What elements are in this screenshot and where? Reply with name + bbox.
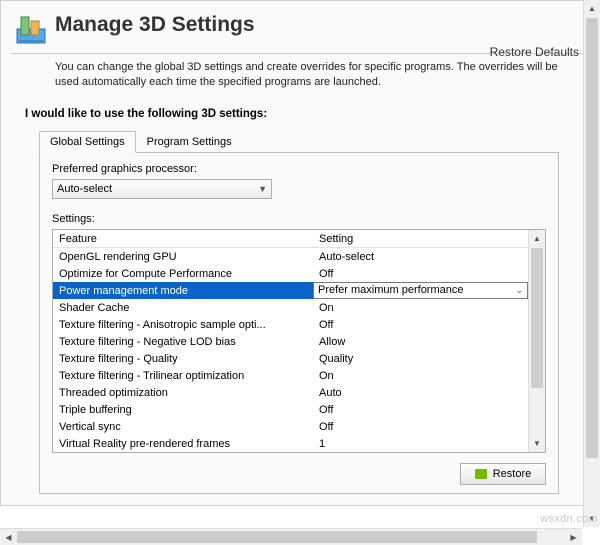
cell-setting[interactable]: Prefer maximum performance ⌄ — [313, 282, 528, 299]
table-row[interactable]: Threaded optimizationAuto — [53, 384, 528, 401]
column-feature[interactable]: Feature — [53, 230, 313, 247]
scroll-thumb[interactable] — [17, 531, 537, 543]
table-row[interactable]: Texture filtering - Anisotropic sample o… — [53, 316, 528, 333]
cell-feature: Power management mode — [53, 282, 313, 299]
cell-setting: Auto-select — [313, 248, 528, 265]
section-heading: I would like to use the following 3D set… — [1, 100, 597, 130]
restore-button-label: Restore — [493, 468, 532, 480]
tab-body: Preferred graphics processor: Auto-selec… — [39, 153, 559, 494]
cell-setting: 1 — [313, 435, 528, 452]
settings-table-main: Feature Setting OpenGL rendering GPUAuto… — [53, 230, 528, 452]
table-row[interactable]: Vertical syncOff — [53, 418, 528, 435]
manage-3d-icon — [13, 11, 49, 47]
cell-feature: Virtual Reality pre-rendered frames — [53, 435, 313, 452]
restore-button[interactable]: Restore — [460, 463, 546, 485]
tabs-region: Global Settings Program Settings Preferr… — [39, 130, 559, 494]
table-row[interactable]: Texture filtering - Negative LOD biasAll… — [53, 333, 528, 350]
cell-feature: Threaded optimization — [53, 384, 313, 401]
description-text: You can change the global 3D settings an… — [1, 60, 597, 100]
settings-panel: Manage 3D Settings Restore Defaults You … — [0, 0, 598, 506]
table-row[interactable]: Power management modePrefer maximum perf… — [53, 282, 528, 299]
window-horizontal-scrollbar[interactable]: ◀ ▶ — [0, 528, 582, 545]
scroll-left-icon[interactable]: ◀ — [0, 529, 17, 545]
watermark-text: wsxdn.com — [540, 513, 598, 525]
scroll-up-icon[interactable]: ▲ — [584, 0, 600, 17]
table-row[interactable]: Optimize for Compute PerformanceOff — [53, 265, 528, 282]
cell-setting: On — [313, 367, 528, 384]
window-vertical-scrollbar[interactable]: ▲ ▼ — [583, 0, 600, 527]
preferred-processor-select[interactable]: Auto-select ▼ — [52, 179, 272, 199]
nvidia-logo-icon — [475, 469, 487, 479]
tab-global-settings[interactable]: Global Settings — [39, 131, 136, 153]
scroll-down-icon[interactable]: ▼ — [529, 435, 545, 452]
tab-bar: Global Settings Program Settings — [39, 130, 559, 153]
cell-setting: Off — [313, 265, 528, 282]
preferred-processor-label: Preferred graphics processor: — [52, 163, 546, 175]
scroll-right-icon[interactable]: ▶ — [565, 529, 582, 545]
column-setting[interactable]: Setting — [313, 230, 528, 247]
cell-feature: Shader Cache — [53, 299, 313, 316]
chevron-down-icon: ⌄ — [515, 283, 523, 298]
restore-defaults-link[interactable]: Restore Defaults — [490, 45, 579, 59]
table-vertical-scrollbar[interactable]: ▲ ▼ — [528, 230, 545, 452]
cell-setting: Auto — [313, 384, 528, 401]
table-row[interactable]: Triple bufferingOff — [53, 401, 528, 418]
cell-feature: Triple buffering — [53, 401, 313, 418]
table-row[interactable]: Texture filtering - Trilinear optimizati… — [53, 367, 528, 384]
setting-value-select[interactable]: Prefer maximum performance ⌄ — [313, 282, 528, 299]
cell-feature: Vertical sync — [53, 418, 313, 435]
setting-value-text: Prefer maximum performance — [318, 283, 464, 298]
tab-program-settings[interactable]: Program Settings — [136, 131, 243, 153]
cell-setting: Off — [313, 418, 528, 435]
cell-feature: Optimize for Compute Performance — [53, 265, 313, 282]
cell-setting: Quality — [313, 350, 528, 367]
table-row[interactable]: Shader CacheOn — [53, 299, 528, 316]
table-row[interactable]: Texture filtering - QualityQuality — [53, 350, 528, 367]
scroll-thumb[interactable] — [531, 248, 543, 388]
table-header: Feature Setting — [53, 230, 528, 248]
cell-setting: On — [313, 299, 528, 316]
cell-feature: Texture filtering - Quality — [53, 350, 313, 367]
cell-setting: Allow — [313, 333, 528, 350]
settings-table: Feature Setting OpenGL rendering GPUAuto… — [52, 229, 546, 453]
cell-feature: Texture filtering - Anisotropic sample o… — [53, 316, 313, 333]
page-title: Manage 3D Settings — [55, 13, 581, 37]
cell-setting: Off — [313, 316, 528, 333]
cell-feature: OpenGL rendering GPU — [53, 248, 313, 265]
table-rows: OpenGL rendering GPUAuto-selectOptimize … — [53, 248, 528, 452]
cell-feature: Texture filtering - Negative LOD bias — [53, 333, 313, 350]
table-row[interactable]: OpenGL rendering GPUAuto-select — [53, 248, 528, 265]
scroll-up-icon[interactable]: ▲ — [529, 230, 545, 247]
chevron-down-icon: ▼ — [258, 184, 267, 194]
table-row[interactable]: Virtual Reality pre-rendered frames1 — [53, 435, 528, 452]
scroll-track[interactable] — [17, 529, 565, 545]
settings-label: Settings: — [52, 213, 546, 225]
cell-setting: Off — [313, 401, 528, 418]
preferred-processor-value: Auto-select — [57, 183, 112, 195]
scroll-thumb[interactable] — [586, 18, 598, 458]
cell-feature: Texture filtering - Trilinear optimizati… — [53, 367, 313, 384]
